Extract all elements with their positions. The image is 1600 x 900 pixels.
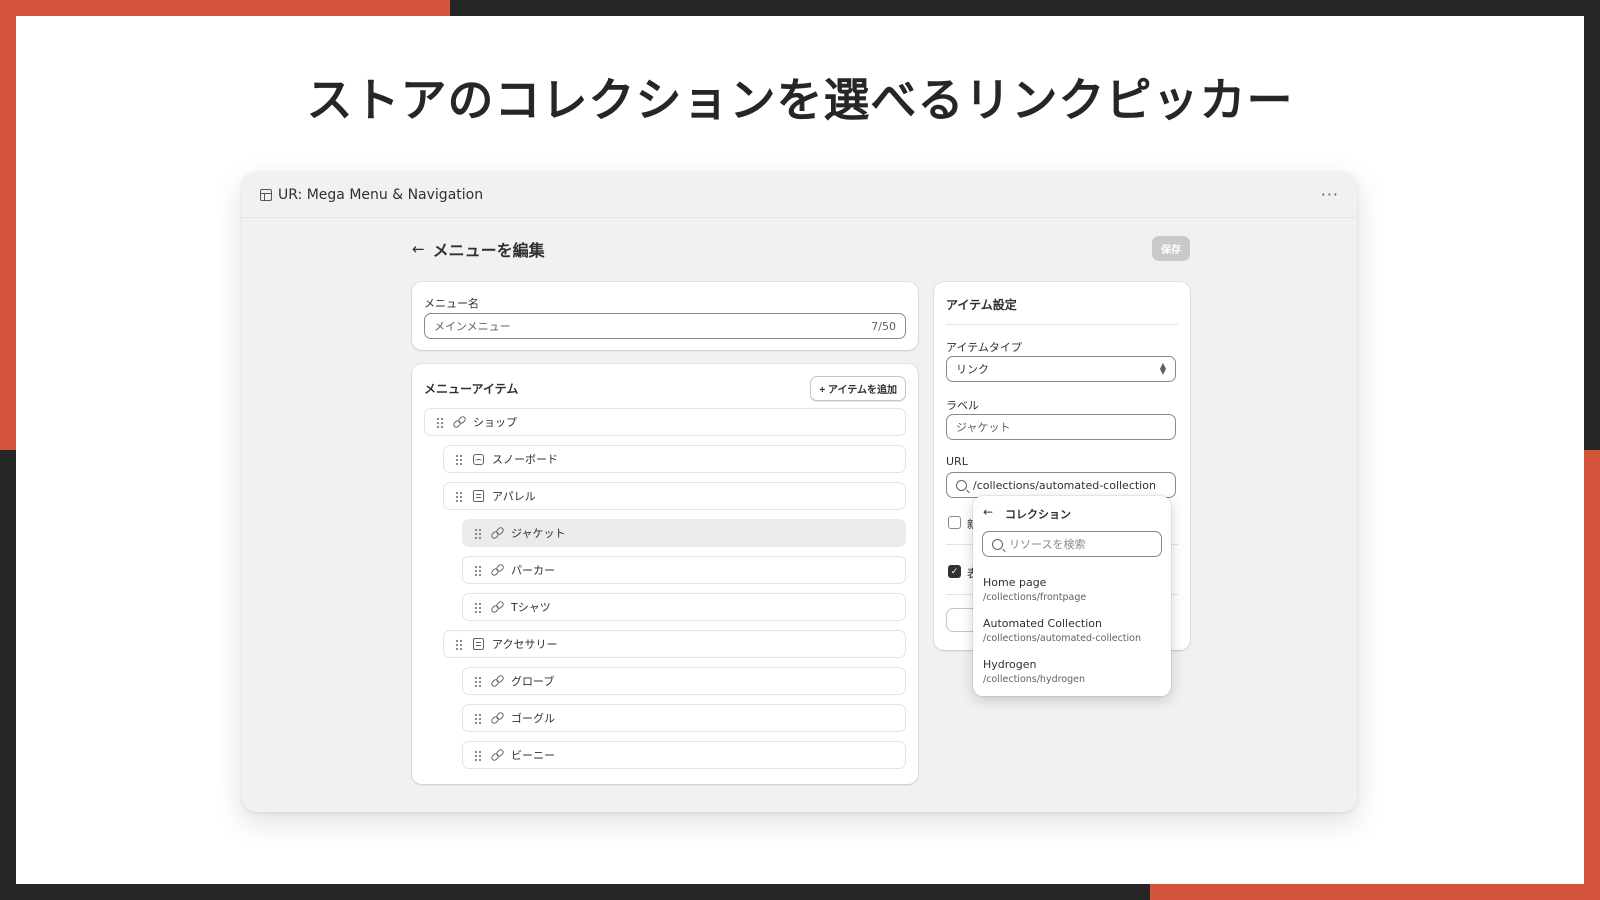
result-title: Automated Collection (983, 617, 1102, 630)
add-item-button[interactable]: + アイテムを追加 (810, 376, 906, 401)
drag-handle-icon[interactable] (455, 638, 463, 650)
menu-item-row[interactable]: アパレル (443, 482, 906, 510)
drag-handle-icon[interactable] (474, 712, 482, 724)
picker-search-icon (992, 538, 1003, 550)
menu-item-row[interactable]: ゴーグル (462, 704, 906, 732)
menu-item-label: ビーニー (511, 749, 555, 762)
drag-handle-icon[interactable] (474, 564, 482, 576)
frame-top-red (0, 0, 450, 16)
link-icon (491, 527, 503, 539)
menu-item-row[interactable]: Tシャツ (462, 593, 906, 621)
picker-result-item[interactable]: Home page /collections/frontpage (983, 576, 1086, 603)
settings-divider (946, 324, 1178, 325)
picker-title: コレクション (1005, 508, 1071, 521)
menu-item-label: ショップ (473, 416, 517, 429)
page-title: メニューを編集 (432, 240, 545, 260)
character-counter: 7/50 (871, 319, 896, 333)
drag-handle-icon[interactable] (474, 601, 482, 613)
item-type-value: リンク (956, 363, 989, 376)
collection-picker-popover: ← コレクション リソースを検索 Home page /collections/… (973, 496, 1171, 696)
page-icon (472, 490, 484, 502)
drag-handle-icon[interactable] (455, 490, 463, 502)
item-type-label: アイテムタイプ (946, 341, 1022, 354)
select-chevron-icon: ▲ ▼ (1159, 361, 1166, 376)
drag-handle-icon[interactable] (474, 749, 482, 761)
result-path: /collections/frontpage (983, 592, 1087, 603)
menu-item-row[interactable]: ジャケット (462, 519, 906, 547)
search-icon (956, 479, 967, 491)
window-title: UR: Mega Menu & Navigation (278, 186, 484, 203)
result-path: /collections/automated-collection (983, 633, 1141, 644)
item-settings-title: アイテム設定 (946, 298, 1017, 312)
picker-back-icon[interactable]: ← (983, 505, 993, 519)
menu-item-label: Tシャツ (511, 601, 551, 614)
slide-headline: ストアのコレクションを選べるリンクピッカー (306, 73, 1294, 127)
drag-handle-icon[interactable] (474, 675, 482, 687)
label-input[interactable]: ジャケット (946, 414, 1176, 440)
menu-item-row[interactable]: スノーボード (443, 445, 906, 473)
picker-result-item[interactable]: Automated Collection /collections/automa… (983, 617, 1141, 644)
frame-right-red (1584, 450, 1600, 900)
visible-checkbox[interactable]: ✓ (948, 565, 961, 578)
menu-item-row[interactable]: ビーニー (462, 741, 906, 769)
menu-name-card: メニュー名 メインメニュー 7/50 (412, 282, 918, 350)
menu-item-row[interactable]: アクセサリー (443, 630, 906, 658)
drag-handle-icon[interactable] (474, 527, 482, 539)
result-title: Home page (983, 576, 1047, 589)
result-path: /collections/hydrogen (983, 674, 1086, 685)
resource-search-placeholder: リソースを検索 (1009, 538, 1086, 551)
page-header: ← メニューを編集 保存 (412, 236, 1190, 261)
menu-item-label: ゴーグル (511, 712, 555, 725)
menu-item-label: パーカー (511, 564, 555, 577)
label-field-label: ラベル (946, 399, 979, 412)
page-icon (472, 638, 484, 650)
drag-handle-icon[interactable] (436, 416, 444, 428)
url-input-value: /collections/automated-collection (973, 478, 1156, 492)
link-icon (491, 601, 503, 613)
link-icon (453, 416, 465, 428)
menu-item-row[interactable]: パーカー (462, 556, 906, 584)
menu-name-value: メインメニュー (434, 320, 511, 333)
menu-item-label: アクセサリー (492, 638, 558, 651)
menu-item-label: ジャケット (511, 527, 566, 540)
menu-items-card: メニューアイテム + アイテムを追加 ショップスノーボード アパレルジャケットパー… (412, 364, 918, 784)
back-arrow-icon[interactable]: ← (412, 240, 425, 258)
link-icon (491, 675, 503, 687)
result-title: Hydrogen (983, 658, 1037, 671)
link-icon (491, 712, 503, 724)
more-options-icon[interactable]: ··· (1321, 185, 1339, 204)
url-field-label: URL (946, 455, 968, 468)
label-input-value: ジャケット (956, 421, 1011, 434)
item-type-select[interactable]: リンク ▲ ▼ (946, 356, 1176, 382)
frame-left-dark (0, 450, 16, 900)
save-button[interactable]: 保存 (1152, 236, 1190, 261)
menu-name-label: メニュー名 (424, 297, 479, 310)
menu-item-label: グローブ (511, 675, 555, 688)
open-new-tab-checkbox[interactable] (948, 516, 961, 529)
url-input[interactable]: /collections/automated-collection (946, 472, 1176, 498)
app-window: UR: Mega Menu & Navigation ··· ← メニューを編集… (242, 172, 1357, 812)
menu-item-row[interactable]: グローブ (462, 667, 906, 695)
link-icon (491, 749, 503, 761)
window-titlebar: UR: Mega Menu & Navigation ··· (242, 172, 1357, 218)
menu-item-label: スノーボード (492, 453, 558, 466)
picker-result-item[interactable]: Hydrogen /collections/hydrogen (983, 658, 1085, 685)
menu-item-row[interactable]: ショップ (424, 408, 906, 436)
app-window-icon (260, 188, 272, 201)
link-icon (491, 564, 503, 576)
frame-bottom-red (1150, 884, 1600, 900)
menu-items-title: メニューアイテム (424, 382, 519, 396)
image-icon (472, 453, 484, 465)
resource-search-input[interactable]: リソースを検索 (982, 531, 1162, 557)
menu-item-label: アパレル (492, 490, 536, 503)
drag-handle-icon[interactable] (455, 453, 463, 465)
menu-name-input[interactable]: メインメニュー 7/50 (424, 313, 906, 339)
